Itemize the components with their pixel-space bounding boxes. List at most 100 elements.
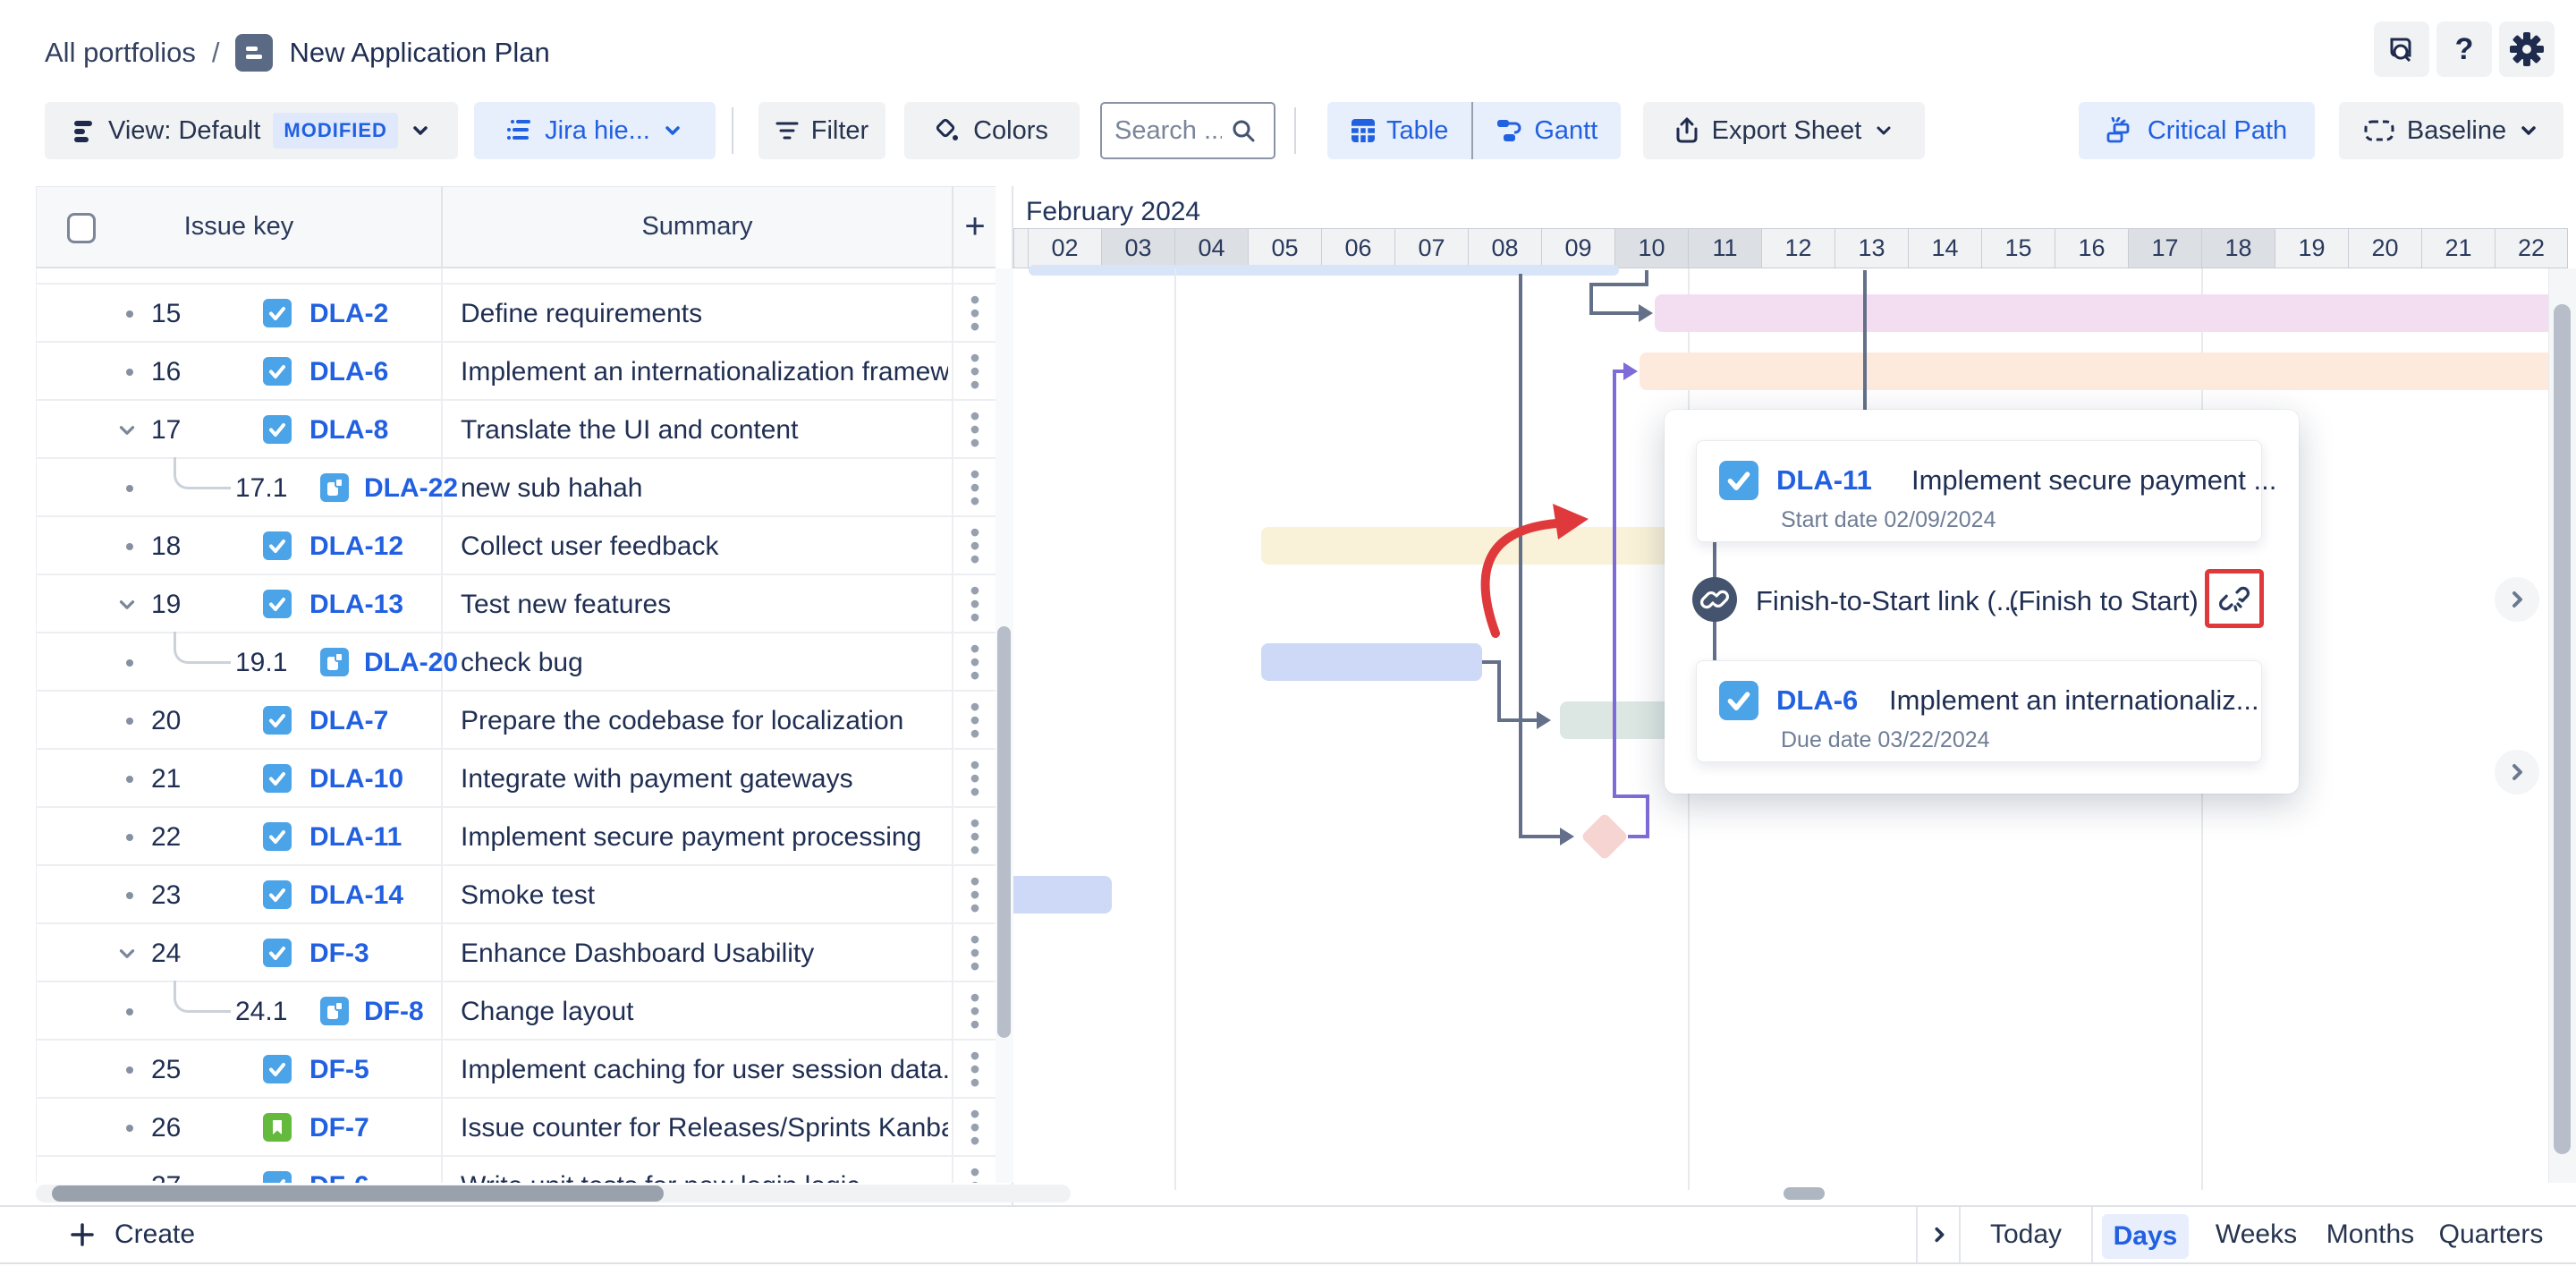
row-menu-button[interactable]: ••• [960, 352, 990, 392]
day-cell[interactable]: 15 [1981, 228, 2055, 268]
row-menu-button[interactable]: ••• [960, 468, 990, 508]
day-cell[interactable]: 02 [1028, 228, 1101, 268]
gantt-view-button[interactable]: Gantt [1473, 102, 1621, 159]
row-menu-button[interactable]: ••• [960, 526, 990, 566]
gantt-hscroll-thumb[interactable] [1784, 1187, 1825, 1200]
issue-summary[interactable]: check bug [461, 648, 948, 678]
collapse-button[interactable] [115, 593, 139, 621]
issue-key-link[interactable]: DLA-2 [309, 299, 388, 329]
issue-key-link[interactable]: DLA-11 [1776, 464, 1872, 497]
day-cell[interactable]: 17 [2128, 228, 2201, 268]
table-row[interactable]: 26 DF-7 Issue counter for Releases/Sprin… [37, 1099, 996, 1157]
row-menu-button[interactable]: ••• [960, 642, 990, 683]
row-menu-button[interactable]: ••• [960, 1108, 990, 1148]
collapse-button[interactable] [115, 419, 139, 446]
issue-summary[interactable]: Collect user feedback [461, 531, 948, 562]
table-row[interactable]: 16 DLA-6 Implement an internationalizati… [37, 343, 996, 401]
day-cell[interactable]: 20 [2348, 228, 2421, 268]
issue-summary[interactable]: Issue counter for Releases/Sprints Kanba… [461, 1113, 948, 1143]
issue-summary[interactable]: Write unit tests for new login logic [461, 1171, 948, 1183]
day-cell[interactable]: 21 [2421, 228, 2495, 268]
row-menu-button[interactable]: ••• [960, 701, 990, 741]
table-row[interactable]: 23 DLA-14 Smoke test ••• [37, 866, 996, 924]
collapse-button[interactable] [115, 942, 139, 970]
issue-key-link[interactable]: DF-7 [309, 1113, 369, 1143]
row-menu-button[interactable]: ••• [960, 933, 990, 973]
table-row[interactable]: 17 DLA-8 Translate the UI and content ••… [37, 401, 996, 459]
issue-key-link[interactable]: DF-3 [309, 939, 369, 969]
link-from-card[interactable]: DLA-11 Implement secure payment ... Star… [1696, 440, 2262, 542]
day-cell[interactable]: 05 [1248, 228, 1321, 268]
table-row[interactable]: 19.1 DLA-20 check bug ••• [37, 633, 996, 692]
issue-summary[interactable]: Test new features [461, 590, 948, 620]
expand-chevron-icon[interactable] [115, 419, 139, 442]
row-menu-button[interactable]: ••• [960, 410, 990, 450]
row-menu-button[interactable]: ••• [960, 1049, 990, 1090]
table-view-button[interactable]: Table [1327, 102, 1471, 159]
filter-button[interactable]: Filter [758, 102, 886, 159]
day-cell[interactable]: 10 [1614, 228, 1688, 268]
issue-key-header[interactable]: Issue key [184, 212, 294, 242]
issue-key-link[interactable]: DLA-6 [1776, 684, 1858, 717]
issue-key-link[interactable]: DLA-22 [364, 473, 458, 504]
issue-summary[interactable]: Implement caching for user session data. [461, 1055, 948, 1085]
issue-summary[interactable]: Implement an internationalization framew… [461, 357, 948, 387]
gantt-bar[interactable] [1013, 876, 1112, 913]
issue-key-link[interactable]: DLA-12 [309, 531, 403, 562]
issue-summary[interactable]: Define requirements [461, 299, 948, 329]
issue-key-link[interactable]: DLA-10 [309, 764, 403, 794]
settings-button[interactable] [2499, 21, 2555, 77]
day-cell[interactable]: 14 [1908, 228, 1981, 268]
table-row[interactable]: 15 DLA-2 Define requirements ••• [37, 285, 996, 343]
today-button[interactable]: Today [1977, 1207, 2075, 1262]
help-button[interactable]: ? [2436, 21, 2492, 77]
scale-quarters-button[interactable]: Quarters [2428, 1207, 2554, 1262]
row-menu-button[interactable]: ••• [960, 759, 990, 799]
export-sheet-button[interactable]: Export Sheet [1643, 102, 1925, 159]
issue-key-link[interactable]: DF-6 [309, 1171, 369, 1183]
row-menu-button[interactable]: ••• [960, 584, 990, 625]
issue-key-link[interactable]: DLA-7 [309, 706, 388, 736]
expand-chevron-icon[interactable] [115, 942, 139, 965]
day-cell[interactable]: 12 [1761, 228, 1835, 268]
summary-header[interactable]: Summary [641, 212, 752, 242]
table-row[interactable]: 24 DF-3 Enhance Dashboard Usability ••• [37, 924, 996, 982]
row-menu-button[interactable]: ••• [960, 1166, 990, 1183]
unlink-button-highlight[interactable] [2205, 569, 2264, 628]
gantt-bar[interactable] [1640, 353, 2555, 390]
day-cell[interactable]: 18 [2201, 228, 2275, 268]
issue-summary[interactable]: Change layout [461, 997, 948, 1027]
link-to-card[interactable]: DLA-6 Implement an internationaliz... Du… [1696, 660, 2262, 762]
issue-key-link[interactable]: DLA-14 [309, 880, 403, 911]
create-button[interactable]: Create [70, 1207, 195, 1262]
table-row[interactable]: 22 DLA-11 Implement secure payment proce… [37, 808, 996, 866]
gantt-bar[interactable] [1261, 643, 1482, 681]
expand-chevron-icon[interactable] [115, 593, 139, 616]
search-input[interactable] [1114, 116, 1222, 146]
day-cell[interactable]: 09 [1541, 228, 1614, 268]
table-row[interactable]: 17.1 DLA-22 new sub hahah ••• [37, 459, 996, 517]
milestone-diamond[interactable] [1580, 812, 1629, 861]
colors-button[interactable]: Colors [904, 102, 1080, 159]
day-cell[interactable]: 11 [1688, 228, 1761, 268]
issue-key-link[interactable]: DF-5 [309, 1055, 369, 1085]
add-column-button[interactable]: + [953, 187, 996, 267]
table-row[interactable]: 21 DLA-10 Integrate with payment gateway… [37, 750, 996, 808]
issue-summary[interactable]: Translate the UI and content [461, 415, 948, 446]
day-cell[interactable]: 03 [1101, 228, 1174, 268]
row-menu-button[interactable]: ••• [960, 875, 990, 915]
baseline-button[interactable]: Baseline [2339, 102, 2563, 159]
day-cell[interactable]: 04 [1174, 228, 1248, 268]
table-row[interactable]: 24.1 DF-8 Change layout ••• [37, 982, 996, 1041]
gantt-bar[interactable] [1261, 527, 1671, 565]
day-cell[interactable]: 16 [2055, 228, 2128, 268]
issue-summary[interactable]: Smoke test [461, 880, 948, 911]
hierarchy-selector[interactable]: Jira hie... [474, 102, 716, 159]
day-cell[interactable]: 06 [1321, 228, 1394, 268]
table-row[interactable]: 25 DF-5 Implement caching for user sessi… [37, 1041, 996, 1099]
issue-summary[interactable]: Integrate with payment gateways [461, 764, 948, 794]
issue-summary[interactable]: new sub hahah [461, 473, 948, 504]
issue-summary[interactable]: Prepare the codebase for localization [461, 706, 948, 736]
table-vscroll-thumb[interactable] [997, 626, 1011, 1038]
issue-summary[interactable]: Enhance Dashboard Usability [461, 939, 948, 969]
